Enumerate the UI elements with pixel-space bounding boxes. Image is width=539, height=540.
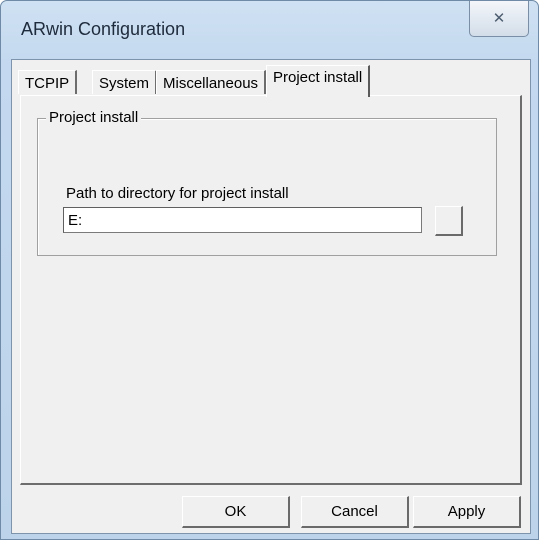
path-label: Path to directory for project install — [66, 185, 289, 202]
tab-tcpip[interactable]: TCPIP — [18, 70, 78, 94]
tab-panel-project-install: Project install Path to directory for pr… — [20, 95, 522, 485]
window-title: ARwin Configuration — [21, 19, 186, 39]
path-input[interactable] — [63, 207, 422, 233]
close-button[interactable]: ✕ — [469, 1, 529, 37]
tab-project-install[interactable]: Project install — [266, 65, 371, 97]
ok-button[interactable]: OK — [182, 496, 290, 528]
tab-system[interactable]: System — [92, 70, 158, 94]
apply-button[interactable]: Apply — [413, 496, 521, 528]
browse-button[interactable] — [435, 206, 463, 236]
project-install-groupbox: Project install Path to directory for pr… — [37, 109, 497, 256]
tab-miscellaneous[interactable]: Miscellaneous — [156, 70, 267, 94]
cancel-button[interactable]: Cancel — [301, 496, 409, 528]
dialog-window: ARwin Configuration ✕ TCPIP System Misce… — [0, 0, 539, 540]
close-icon: ✕ — [492, 10, 506, 27]
groupbox-title: Project install — [46, 109, 142, 126]
dialog-client-area: TCPIP System Miscellaneous Project insta… — [11, 59, 531, 534]
